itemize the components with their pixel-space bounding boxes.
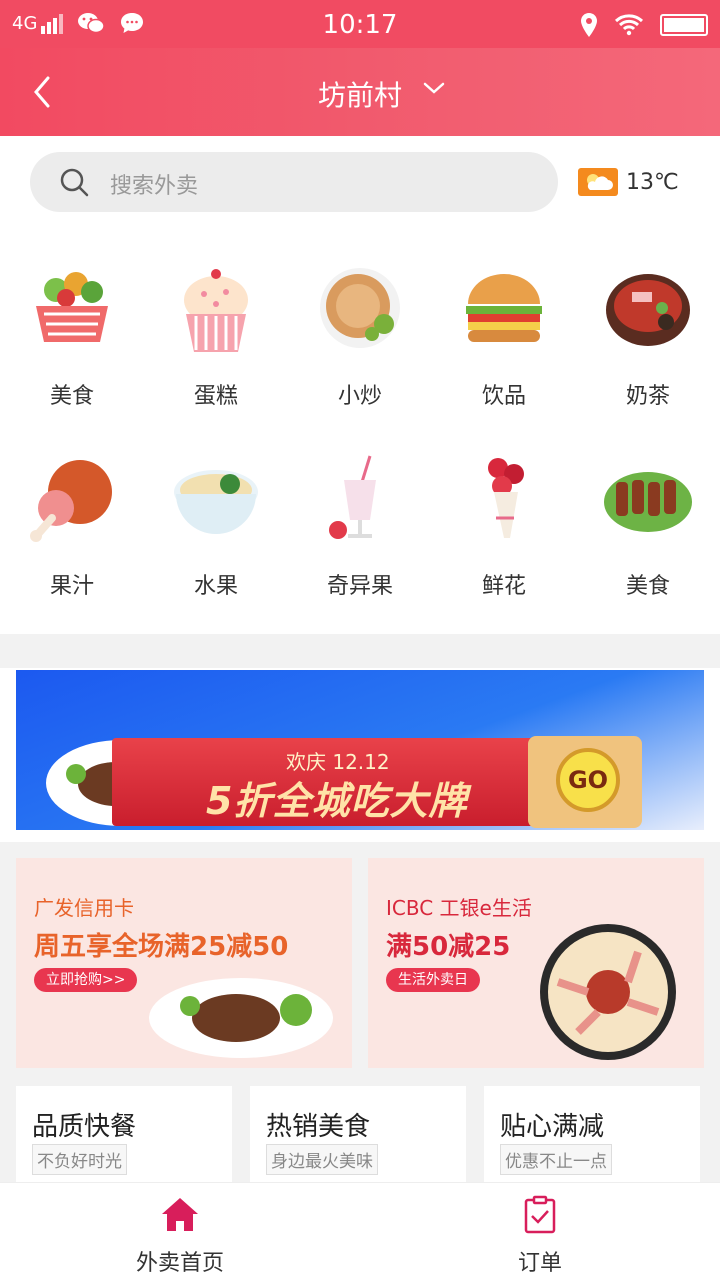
feature-card-row: 品质快餐 不负好时光 热销美食 身边最火美味 贴心满减 优惠不止一点 <box>0 1086 720 1186</box>
category-label: 果汁 <box>49 574 94 599</box>
battery-icon <box>660 14 708 36</box>
skewers-icon <box>602 452 694 544</box>
search-row: 搜索外卖 13℃ <box>0 136 720 230</box>
home-icon <box>162 1198 198 1231</box>
status-right <box>580 12 708 38</box>
nav-label: 订单 <box>517 1251 562 1276</box>
promo-bank: ICBC 工银e生活 <box>386 896 532 920</box>
feature-subtitle: 不负好时光 <box>32 1144 127 1175</box>
category-item[interactable]: 蛋糕 <box>144 262 288 410</box>
feature-title: 品质快餐 <box>32 1112 137 1142</box>
vegetable-basket-icon <box>26 262 118 354</box>
category-item[interactable]: 美食 <box>576 452 720 600</box>
location-icon <box>581 13 597 37</box>
feature-title: 贴心满减 <box>500 1112 605 1142</box>
nav-tab-orders[interactable]: 订单 <box>360 1183 720 1280</box>
top-nav-bar: 坊前村 <box>0 48 720 136</box>
category-label: 美食 <box>49 384 94 409</box>
feature-title: 热销美食 <box>266 1112 371 1142</box>
category-label: 饮品 <box>481 384 526 409</box>
promo-card-icbc[interactable]: ICBC 工银e生活 满50减25 生活外卖日 <box>368 858 704 1068</box>
smoothie-icon <box>314 452 406 544</box>
category-label: 小炒 <box>337 384 382 409</box>
category-grid: 美食 蛋糕 小炒 饮品 奶茶 果汁 水果 奇异果 鲜花 美食 <box>0 230 720 634</box>
category-item[interactable]: 奶茶 <box>576 262 720 410</box>
category-label: 鲜花 <box>481 574 526 599</box>
category-label: 美食 <box>625 574 670 599</box>
promo-bank: 广发信用卡 <box>34 896 134 920</box>
feature-subtitle: 优惠不止一点 <box>500 1144 612 1175</box>
partly-cloudy-icon <box>578 168 618 196</box>
hotpot-icon <box>602 262 694 354</box>
promo-cta-button[interactable]: 立即抢购>> <box>34 968 138 992</box>
promo-offer: 周五享全场满25减50 <box>34 932 289 962</box>
chevron-down-icon[interactable] <box>422 80 446 96</box>
promo-card-cgb[interactable]: 广发信用卡 周五享全场满25减50 立即抢购>> <box>16 858 352 1068</box>
meat-platter-image <box>540 924 676 1060</box>
burger-icon <box>458 262 550 354</box>
search-icon <box>60 168 89 197</box>
go-button[interactable]: GO <box>556 748 620 812</box>
category-item[interactable]: 奇异果 <box>288 452 432 600</box>
location-title[interactable]: 坊前村 <box>0 74 720 114</box>
clipboard-check-icon <box>524 1195 556 1234</box>
cupcake-icon <box>170 262 262 354</box>
noodle-bowl-icon <box>170 452 262 544</box>
promo-card-row: 广发信用卡 周五享全场满25减50 立即抢购>> ICBC 工银e生活 满50减… <box>0 858 720 1070</box>
category-item[interactable]: 果汁 <box>0 452 144 600</box>
weather-widget: 13℃ <box>578 168 679 196</box>
feature-card[interactable]: 热销美食 身边最火美味 <box>250 1086 466 1186</box>
wifi-icon <box>614 14 644 36</box>
pancake-icon <box>314 262 406 354</box>
screen: 4G 10:17 坊前村 搜索外卖 13℃ 美食 蛋糕 小炒 饮品 奶茶 果汁 … <box>0 0 720 1280</box>
banner-section: 欢庆 12.12 5折全城吃大牌 GO <box>0 668 720 842</box>
category-item[interactable]: 水果 <box>144 452 288 600</box>
promo-banner[interactable]: 欢庆 12.12 5折全城吃大牌 GO <box>16 670 704 830</box>
search-placeholder: 搜索外卖 <box>110 174 199 199</box>
feature-card[interactable]: 品质快餐 不负好时光 <box>16 1086 232 1186</box>
category-item[interactable]: 美食 <box>0 262 144 410</box>
feature-subtitle: 身边最火美味 <box>266 1144 378 1175</box>
category-label: 蛋糕 <box>193 384 238 409</box>
drumstick-icon <box>26 452 118 544</box>
category-label: 奶茶 <box>625 384 670 409</box>
nav-label: 外卖首页 <box>135 1251 224 1276</box>
bottom-nav: 外卖首页 订单 <box>0 1182 720 1280</box>
category-item[interactable]: 小炒 <box>288 262 432 410</box>
category-item[interactable]: 饮品 <box>432 262 576 410</box>
nav-tab-home[interactable]: 外卖首页 <box>0 1183 360 1280</box>
promo-cta-button[interactable]: 生活外卖日 <box>386 968 480 992</box>
category-label: 奇异果 <box>326 574 393 599</box>
category-item[interactable]: 鲜花 <box>432 452 576 600</box>
steak-plate-image <box>149 978 333 1058</box>
feature-card[interactable]: 贴心满减 优惠不止一点 <box>484 1086 700 1186</box>
flower-bouquet-icon <box>458 452 550 544</box>
search-input[interactable]: 搜索外卖 <box>30 152 558 212</box>
banner-slogan: 5折全城吃大牌 <box>206 779 468 823</box>
category-label: 水果 <box>193 574 238 599</box>
temperature: 13℃ <box>626 169 679 195</box>
promo-offer: 满50减25 <box>386 932 511 962</box>
status-bar: 4G 10:17 <box>0 0 720 48</box>
